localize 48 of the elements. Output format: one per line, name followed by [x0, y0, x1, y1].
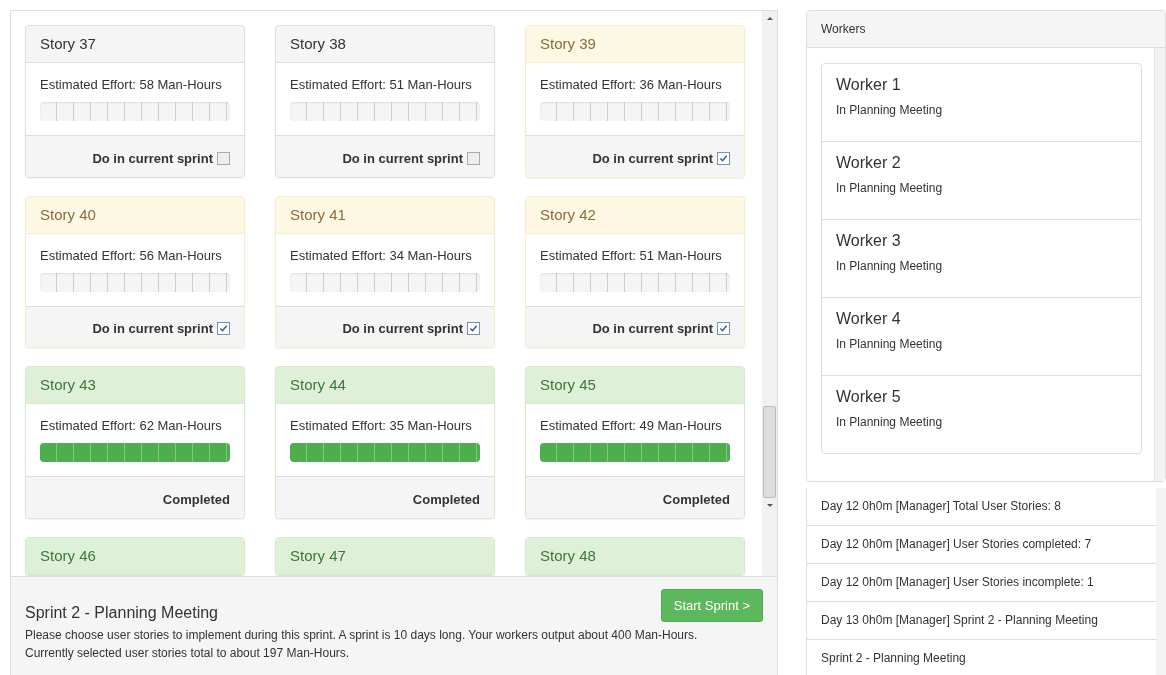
story-title: Story 38	[276, 26, 494, 63]
checkmark-icon	[719, 153, 728, 163]
story-title: Story 39	[526, 26, 744, 63]
status-text: Completed	[662, 491, 730, 507]
effort-text: Estimated Effort: 36 Man-Hours	[540, 77, 723, 92]
checkmark-icon	[719, 324, 728, 334]
status-text: Completed	[162, 491, 230, 507]
sprint-title: Sprint 2 - Planning Meeting	[25, 603, 218, 622]
effort-text: Estimated Effort: 58 Man-Hours	[40, 77, 223, 92]
checkmark-icon	[219, 324, 228, 334]
story-title: Story 43	[26, 367, 244, 405]
story-title: Story 41	[276, 196, 494, 234]
effort-text: Estimated Effort: 51 Man-Hours	[540, 247, 723, 263]
story-title: Story 42	[526, 196, 744, 234]
worker-status: In Planning Meeting	[836, 415, 944, 429]
effort-text: Estimated Effort: 56 Man-Hours	[40, 247, 223, 263]
worker-name: Worker 5	[836, 388, 902, 406]
worker-status: In Planning Meeting	[836, 181, 944, 195]
worker-name: Worker 3	[836, 232, 902, 250]
log-entry: Day 13 0h0m [Manager] Sprint 2 - Planning Meeting	[807, 602, 1156, 640]
worker-status: In Planning Meeting	[836, 103, 944, 117]
worker-name: Worker 2	[836, 154, 902, 172]
story-title: Story 40	[26, 196, 244, 234]
scrollbar[interactable]	[762, 11, 777, 576]
story-title: Story 46	[26, 538, 244, 575]
panel-title: Workers	[807, 11, 1165, 48]
scrollbar[interactable]	[1156, 488, 1166, 675]
story-title: Story 37	[26, 26, 244, 63]
story-title: Story 44	[276, 367, 494, 405]
status-text: Completed	[412, 491, 480, 507]
worker-status: In Planning Meeting	[836, 337, 944, 351]
log-entry: Day 12 0h0m [Manager] Total User Stories: 8	[807, 488, 1156, 526]
worker-status: In Planning Meeting	[836, 259, 944, 273]
story-title: Story 45	[526, 367, 744, 405]
effort-text: Estimated Effort: 34 Man-Hours	[290, 247, 473, 263]
scrollbar[interactable]	[1154, 48, 1165, 481]
effort-text: Estimated Effort: 51 Man-Hours	[290, 77, 473, 92]
sprint-description: Please choose user stories to implement during this sprint. A sprint is 10 days long. Your workers output about 400 Man-Hours. Currently selected user stories total to about 197 Man-Hours.	[25, 627, 699, 662]
log-entry: Day 12 0h0m [Manager] User Stories incomplete: 1	[807, 564, 1156, 602]
story-title: Story 47	[276, 538, 494, 575]
log-entry: Day 12 0h0m [Manager] User Stories completed: 7	[807, 526, 1156, 564]
effort-text: Estimated Effort: 49 Man-Hours	[540, 418, 723, 434]
effort-text: Estimated Effort: 62 Man-Hours	[40, 418, 223, 434]
effort-text: Estimated Effort: 35 Man-Hours	[290, 418, 473, 434]
worker-name: Worker 4	[836, 310, 902, 328]
story-title: Story 48	[526, 538, 744, 575]
checkmark-icon	[469, 324, 478, 334]
worker-name: Worker 1	[836, 76, 902, 94]
